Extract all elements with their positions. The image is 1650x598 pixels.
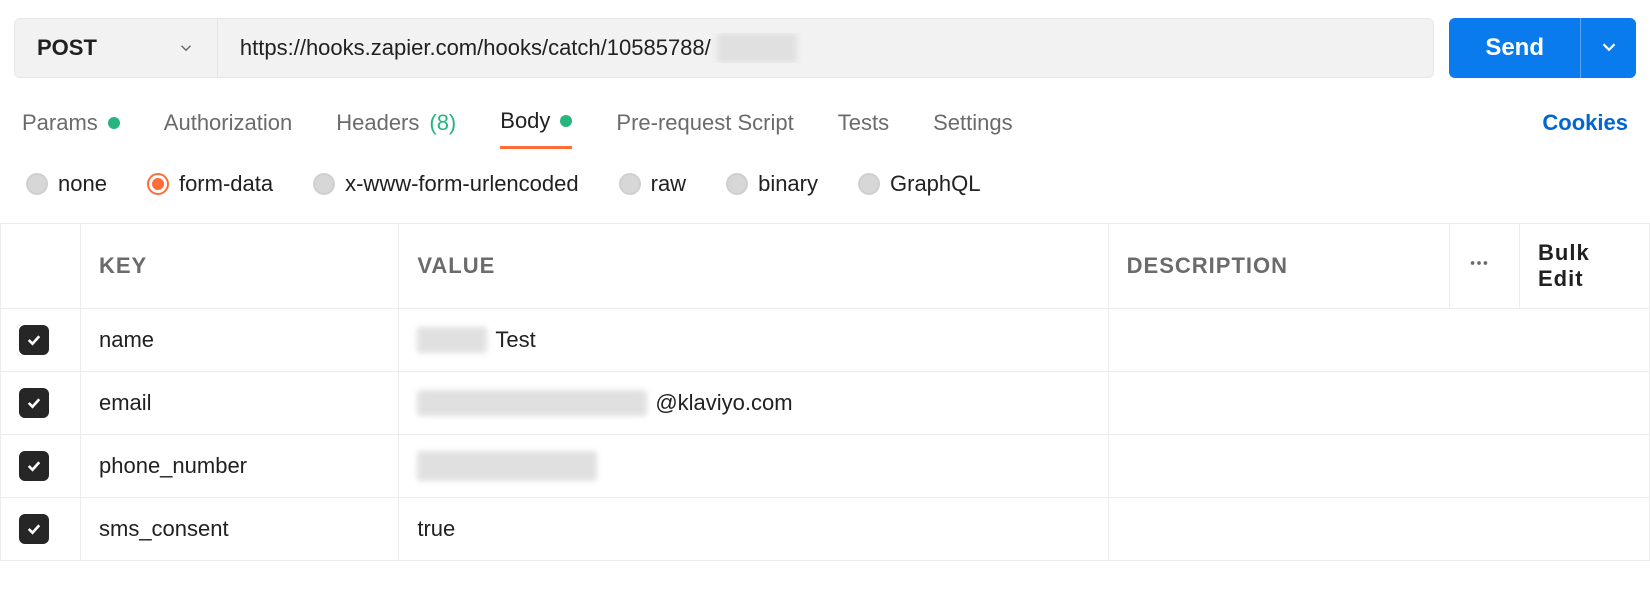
- active-dot-icon: [108, 117, 120, 129]
- table-row: sms_consent true: [1, 498, 1650, 561]
- cookies-label: Cookies: [1542, 110, 1628, 135]
- radio-raw-label: raw: [651, 171, 686, 197]
- tab-body[interactable]: Body: [500, 108, 572, 149]
- value-text: @klaviyo.com: [655, 390, 792, 416]
- tab-body-label: Body: [500, 108, 550, 134]
- header-checkbox-col: [1, 224, 81, 309]
- tab-authorization-label: Authorization: [164, 110, 292, 136]
- tab-tests-label: Tests: [838, 110, 889, 136]
- radio-icon: [619, 173, 641, 195]
- header-key: KEY: [81, 224, 399, 309]
- cookies-link[interactable]: Cookies: [1542, 110, 1628, 148]
- radio-graphql-label: GraphQL: [890, 171, 981, 197]
- row-checkbox[interactable]: [19, 388, 49, 418]
- description-cell[interactable]: [1108, 435, 1649, 498]
- http-method-label: POST: [37, 35, 97, 61]
- tab-params[interactable]: Params: [22, 110, 120, 148]
- value-redacted: [417, 390, 647, 416]
- radio-binary-label: binary: [758, 171, 818, 197]
- value-cell[interactable]: true: [399, 498, 1108, 561]
- row-checkbox[interactable]: [19, 514, 49, 544]
- table-row: name Test: [1, 309, 1650, 372]
- radio-form-data-label: form-data: [179, 171, 273, 197]
- http-method-select[interactable]: POST: [15, 19, 218, 77]
- value-redacted: [417, 451, 597, 481]
- body-type-radio-group: none form-data x-www-form-urlencoded raw…: [0, 149, 1650, 223]
- chevron-down-icon: [177, 39, 195, 57]
- radio-icon: [726, 173, 748, 195]
- send-dropdown-button[interactable]: [1580, 18, 1636, 78]
- radio-urlencoded-label: x-www-form-urlencoded: [345, 171, 579, 197]
- tab-authorization[interactable]: Authorization: [164, 110, 292, 148]
- radio-raw[interactable]: raw: [619, 171, 686, 197]
- header-value: VALUE: [399, 224, 1108, 309]
- value-cell[interactable]: @klaviyo.com: [399, 372, 1108, 435]
- radio-icon: [26, 173, 48, 195]
- tab-settings[interactable]: Settings: [933, 110, 1013, 148]
- chevron-down-icon: [1598, 36, 1620, 61]
- tab-headers-count: (8): [429, 110, 456, 136]
- tab-prerequest-label: Pre-request Script: [616, 110, 793, 136]
- row-checkbox[interactable]: [19, 325, 49, 355]
- tab-headers-label: Headers: [336, 110, 419, 136]
- value-redacted: [417, 327, 487, 353]
- header-more[interactable]: [1450, 224, 1520, 309]
- header-description: DESCRIPTION: [1108, 224, 1449, 309]
- radio-graphql[interactable]: GraphQL: [858, 171, 981, 197]
- radio-icon: [147, 173, 169, 195]
- tab-headers[interactable]: Headers (8): [336, 110, 456, 148]
- url-redacted-segment: [717, 33, 797, 63]
- tab-params-label: Params: [22, 110, 98, 136]
- value-cell[interactable]: [399, 435, 1108, 498]
- key-cell[interactable]: sms_consent: [81, 498, 399, 561]
- more-options-icon: [1468, 254, 1490, 279]
- bulk-edit-link[interactable]: Bulk Edit: [1538, 240, 1590, 291]
- header-bulk-edit: Bulk Edit: [1520, 224, 1650, 309]
- key-cell[interactable]: phone_number: [81, 435, 399, 498]
- table-row: email @klaviyo.com: [1, 372, 1650, 435]
- active-dot-icon: [560, 115, 572, 127]
- radio-icon: [313, 173, 335, 195]
- radio-form-data[interactable]: form-data: [147, 171, 273, 197]
- value-cell[interactable]: Test: [399, 309, 1108, 372]
- send-button[interactable]: Send: [1449, 18, 1580, 78]
- value-text: Test: [495, 327, 535, 353]
- radio-none[interactable]: none: [26, 171, 107, 197]
- url-text-prefix: https://hooks.zapier.com/hooks/catch/105…: [240, 35, 711, 61]
- send-button-group: Send: [1449, 18, 1636, 78]
- description-cell[interactable]: [1108, 309, 1649, 372]
- row-checkbox[interactable]: [19, 451, 49, 481]
- radio-none-label: none: [58, 171, 107, 197]
- form-data-table: KEY VALUE DESCRIPTION Bulk Edit name: [0, 223, 1650, 561]
- radio-urlencoded[interactable]: x-www-form-urlencoded: [313, 171, 579, 197]
- table-row: phone_number: [1, 435, 1650, 498]
- tab-prerequest[interactable]: Pre-request Script: [616, 110, 793, 148]
- url-input[interactable]: https://hooks.zapier.com/hooks/catch/105…: [218, 33, 1433, 63]
- method-url-bar: POST https://hooks.zapier.com/hooks/catc…: [14, 18, 1434, 78]
- radio-icon: [858, 173, 880, 195]
- description-cell[interactable]: [1108, 498, 1649, 561]
- key-cell[interactable]: email: [81, 372, 399, 435]
- description-cell[interactable]: [1108, 372, 1649, 435]
- tab-settings-label: Settings: [933, 110, 1013, 136]
- key-cell[interactable]: name: [81, 309, 399, 372]
- tab-tests[interactable]: Tests: [838, 110, 889, 148]
- radio-binary[interactable]: binary: [726, 171, 818, 197]
- request-tabs: Params Authorization Headers (8) Body Pr…: [0, 90, 1650, 149]
- value-text: true: [417, 516, 455, 541]
